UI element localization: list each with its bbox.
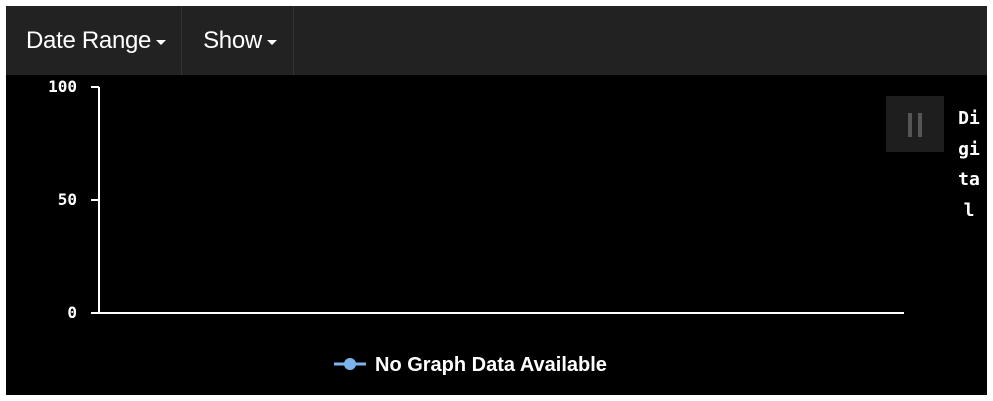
date-range-dropdown[interactable]: Date Range (6, 6, 183, 75)
caret-down-icon (156, 39, 167, 45)
graph-widget: Date Range Show 100 50 0 No Graph Data A… (6, 6, 987, 395)
pause-button[interactable] (886, 96, 944, 152)
date-range-label: Date Range (26, 26, 152, 54)
legend-item[interactable]: No Graph Data Available (334, 354, 607, 376)
y-tick-label-50: 50 (58, 190, 77, 209)
chart-area: 100 50 0 No Graph Data Available (6, 75, 987, 395)
y-tick-label-0: 0 (67, 303, 77, 322)
show-dropdown[interactable]: Show (182, 6, 294, 75)
legend-label: No Graph Data Available (375, 354, 607, 376)
legend-marker-icon (344, 358, 356, 370)
vertical-side-label: Digital (958, 108, 980, 221)
chart-svg: 100 50 0 No Graph Data Available (48, 77, 904, 376)
graph-toolbar: Date Range Show (6, 6, 987, 75)
y-tick-label-100: 100 (48, 77, 77, 96)
caret-down-icon (266, 39, 277, 45)
show-label: Show (203, 26, 262, 54)
pause-icon-bar-right (918, 113, 922, 137)
pause-icon-bar-left (908, 113, 912, 137)
